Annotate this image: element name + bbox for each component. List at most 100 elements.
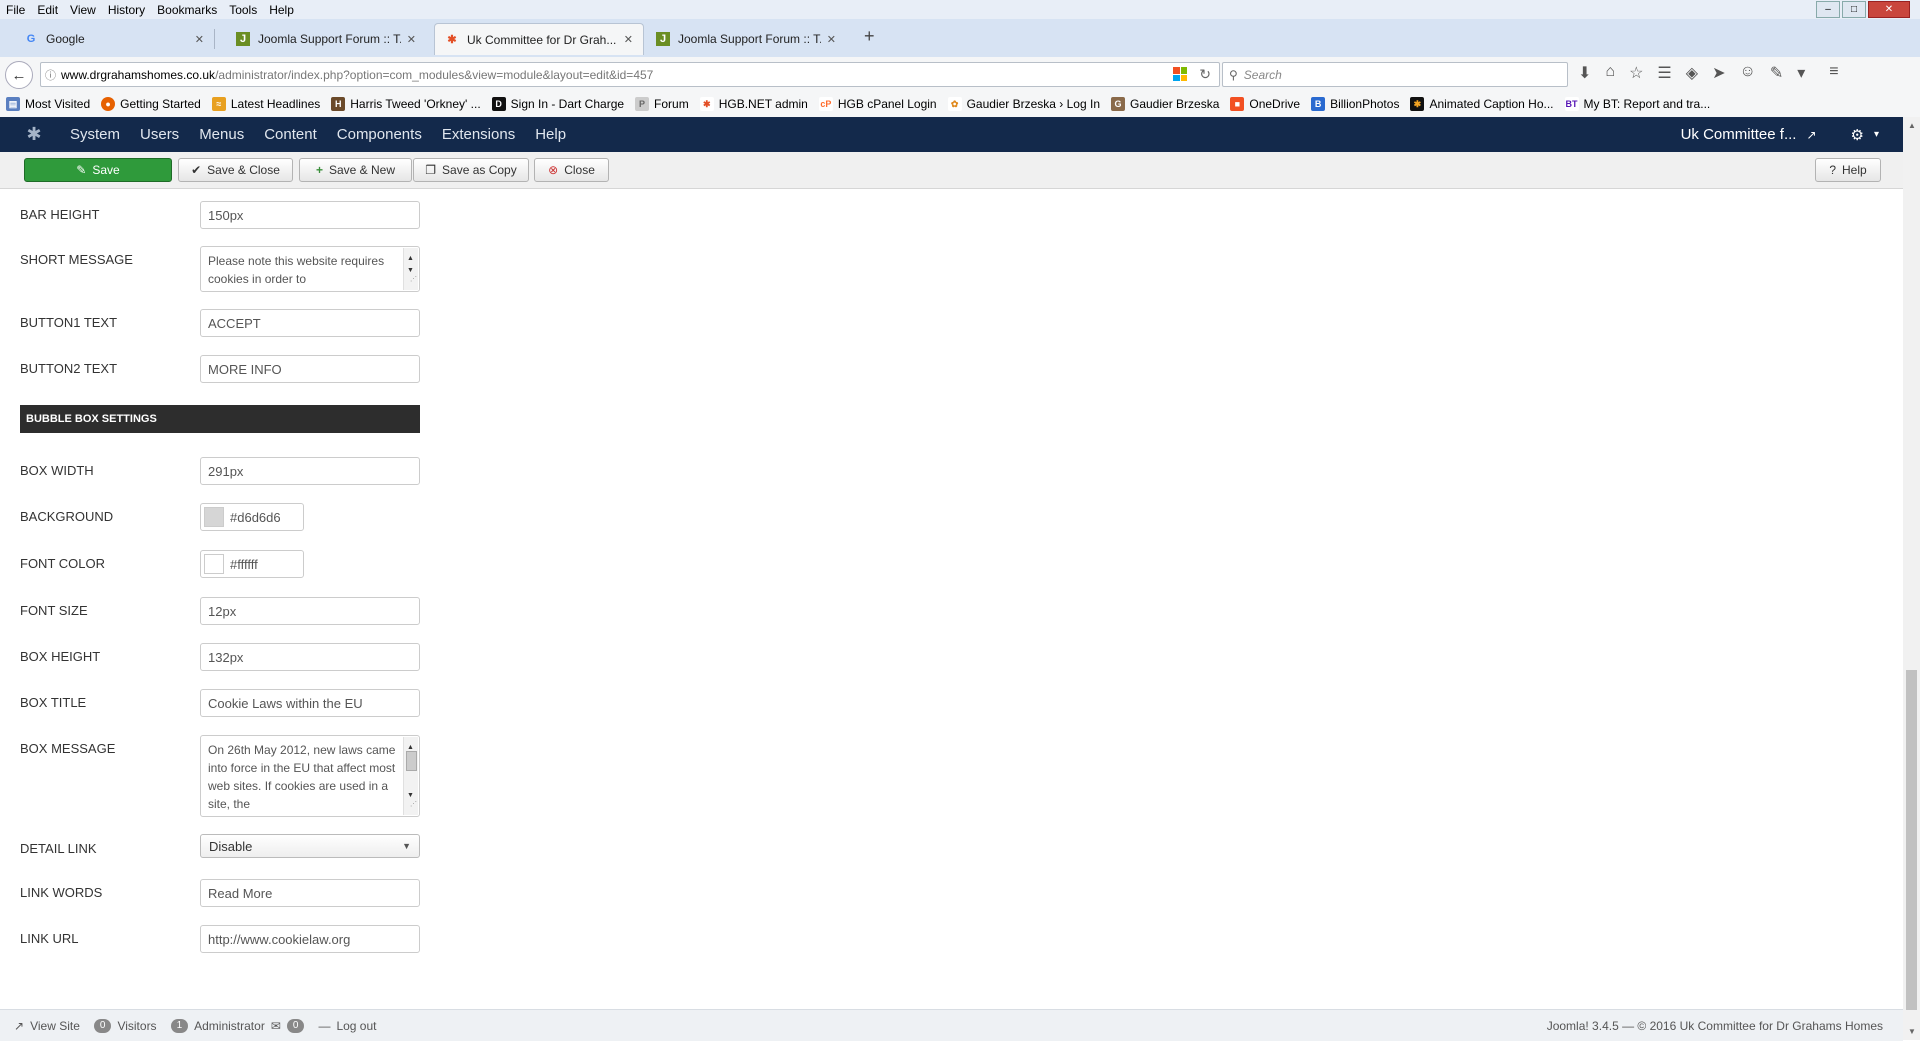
bookmark-item[interactable]: ✿ Gaudier Brzeska › Log In — [947, 96, 1100, 111]
scroll-down-icon[interactable]: ▼ — [1908, 1027, 1916, 1036]
extension-icon[interactable]: ✎ — [1770, 63, 1783, 83]
bookmark-item[interactable]: P Forum — [635, 96, 689, 111]
tab-forum-2[interactable]: J Joomla Support Forum :: T... ✕ — [646, 23, 846, 55]
save-button[interactable]: ✎ Save — [24, 158, 172, 182]
scroll-thumb[interactable] — [406, 751, 417, 771]
toolbar-icons: ⬇ ⌂ ☆ ☰ ◈ ➤ ☺ ✎ ▾ ≡ — [1578, 63, 1839, 83]
nav-help[interactable]: Help — [535, 126, 566, 143]
help-button[interactable]: ? Help — [1815, 158, 1881, 182]
joomla-logo-icon[interactable]: ✱ — [24, 124, 44, 145]
minimize-icon[interactable]: – — [1816, 1, 1840, 18]
bookmark-item[interactable]: ✱ Animated Caption Ho... — [1410, 96, 1554, 111]
menu-file[interactable]: File — [0, 3, 31, 17]
page-scrollbar[interactable]: ▲ ▼ — [1903, 117, 1920, 1040]
administrator-label: Administrator — [194, 1018, 265, 1033]
bookmark-item[interactable]: ✱ HGB.NET admin — [699, 96, 808, 111]
home-icon[interactable]: ⌂ — [1605, 63, 1615, 83]
chat-icon[interactable]: ☺ — [1739, 63, 1755, 83]
nav-users[interactable]: Users — [140, 126, 179, 143]
close-label: Close — [564, 163, 595, 177]
color-swatch[interactable] — [204, 507, 224, 527]
background-color-picker[interactable]: #d6d6d6 — [200, 503, 304, 531]
address-bar[interactable]: ⓘ www.drgrahamshomes.co.uk/administrator… — [40, 62, 1220, 87]
detail-link-select[interactable]: Disable ▼ — [200, 834, 420, 858]
close-tab-icon[interactable]: ✕ — [407, 33, 416, 46]
send-icon[interactable]: ➤ — [1712, 63, 1725, 83]
save-copy-button[interactable]: ❐ Save as Copy — [413, 158, 529, 182]
button2-text-input[interactable]: MORE INFO — [200, 355, 420, 383]
download-icon[interactable]: ⬇ — [1578, 63, 1591, 83]
font-size-input[interactable]: 12px — [200, 597, 420, 625]
bookmark-item[interactable]: ▤ Most Visited — [6, 96, 90, 111]
back-icon[interactable]: ← — [5, 61, 33, 89]
tab-google[interactable]: G Google ✕ — [14, 23, 215, 55]
short-message-textarea[interactable]: Please note this website requires cookie… — [200, 246, 420, 292]
bookmark-item[interactable]: ≈ Latest Headlines — [211, 96, 320, 111]
tab-title: Google — [46, 32, 85, 46]
box-message-textarea[interactable]: On 26th May 2012, new laws came into for… — [200, 735, 420, 817]
box-width-input[interactable]: 291px — [200, 457, 420, 485]
nav-system[interactable]: System — [70, 126, 120, 143]
font-color-picker[interactable]: #ffffff — [200, 550, 304, 578]
button1-text-input[interactable]: ACCEPT — [200, 309, 420, 337]
box-height-input[interactable]: 132px — [200, 643, 420, 671]
bookmark-item[interactable]: ● Getting Started — [101, 96, 201, 111]
bookmark-item[interactable]: H Harris Tweed 'Orkney' ... — [331, 96, 481, 111]
menu-help[interactable]: Help — [263, 3, 300, 17]
bookmark-item[interactable]: ■ OneDrive — [1230, 96, 1300, 111]
reload-icon[interactable]: ↻ — [1199, 66, 1211, 83]
menu-bookmarks[interactable]: Bookmarks — [151, 3, 223, 17]
box-title-input[interactable]: Cookie Laws within the EU — [200, 689, 420, 717]
bookmark-star-icon[interactable]: ☆ — [1629, 63, 1643, 83]
nav-components[interactable]: Components — [337, 126, 422, 143]
nav-menus[interactable]: Menus — [199, 126, 244, 143]
close-tab-icon[interactable]: ✕ — [624, 33, 633, 46]
menu-view[interactable]: View — [64, 3, 102, 17]
hamburger-menu-icon[interactable]: ≡ — [1829, 63, 1838, 83]
nav-content[interactable]: Content — [264, 126, 317, 143]
visitors-status[interactable]: 0 Visitors — [93, 1018, 157, 1033]
maximize-icon[interactable]: □ — [1842, 1, 1866, 18]
save-close-button[interactable]: ✔ Save & Close — [178, 158, 293, 182]
resize-grip-icon[interactable]: ⋰ — [410, 796, 417, 814]
bookmark-item[interactable]: D Sign In - Dart Charge — [491, 96, 624, 111]
bar-height-input[interactable]: 150px — [200, 201, 420, 229]
site-name-link[interactable]: Uk Committee f... — [1681, 126, 1797, 143]
resize-grip-icon[interactable]: ⋰ — [410, 271, 417, 289]
menu-edit[interactable]: Edit — [31, 3, 64, 17]
administrator-status[interactable]: 1 Administrator ✉ 0 — [170, 1018, 305, 1033]
close-window-icon[interactable]: ✕ — [1868, 1, 1910, 18]
link-url-input[interactable]: http://www.cookielaw.org — [200, 925, 420, 953]
dropdown-icon[interactable]: ▾ — [1797, 63, 1805, 83]
save-new-button[interactable]: + Save & New — [299, 158, 412, 182]
close-button[interactable]: ⊗ Close — [534, 158, 609, 182]
chevron-down-icon[interactable]: ▾ — [1874, 129, 1879, 140]
menu-tools[interactable]: Tools — [223, 3, 263, 17]
settings-gear-icon[interactable]: ⚙ — [1851, 126, 1864, 144]
pocket-icon[interactable]: ◈ — [1686, 63, 1698, 83]
logout-link[interactable]: — Log out — [318, 1019, 376, 1033]
field-label: BACKGROUND — [20, 509, 114, 524]
close-tab-icon[interactable]: ✕ — [195, 33, 204, 46]
bookmark-item[interactable]: BT My BT: Report and tra... — [1564, 96, 1710, 111]
color-swatch[interactable] — [204, 554, 224, 574]
bookmark-item[interactable]: B BillionPhotos — [1311, 96, 1399, 111]
link-words-input[interactable]: Read More — [200, 879, 420, 907]
new-tab-icon[interactable]: + — [864, 26, 875, 47]
close-tab-icon[interactable]: ✕ — [827, 33, 836, 46]
view-site-link[interactable]: ↗ View Site — [14, 1019, 80, 1033]
bookmark-item[interactable]: cP HGB cPanel Login — [818, 96, 937, 111]
bookmark-item[interactable]: G Gaudier Brzeska — [1111, 96, 1219, 111]
reading-list-icon[interactable]: ☰ — [1657, 63, 1671, 83]
billionphotos-icon: B — [1311, 96, 1326, 111]
scroll-up-icon[interactable]: ▲ — [1908, 121, 1916, 130]
search-bar[interactable]: ⚲ Search — [1222, 62, 1568, 87]
mail-icon[interactable]: ✉ — [271, 1019, 281, 1033]
tab-forum-1[interactable]: J Joomla Support Forum :: T... ✕ — [226, 23, 426, 55]
info-icon[interactable]: ⓘ — [45, 67, 61, 83]
scroll-thumb[interactable] — [1906, 670, 1917, 1010]
menu-history[interactable]: History — [102, 3, 151, 17]
nav-extensions[interactable]: Extensions — [442, 126, 515, 143]
copyright-text: Joomla! 3.4.5 — © 2016 Uk Committee for … — [1546, 1018, 1883, 1033]
tab-active[interactable]: ✱ Uk Committee for Dr Grah... ✕ — [434, 23, 644, 55]
